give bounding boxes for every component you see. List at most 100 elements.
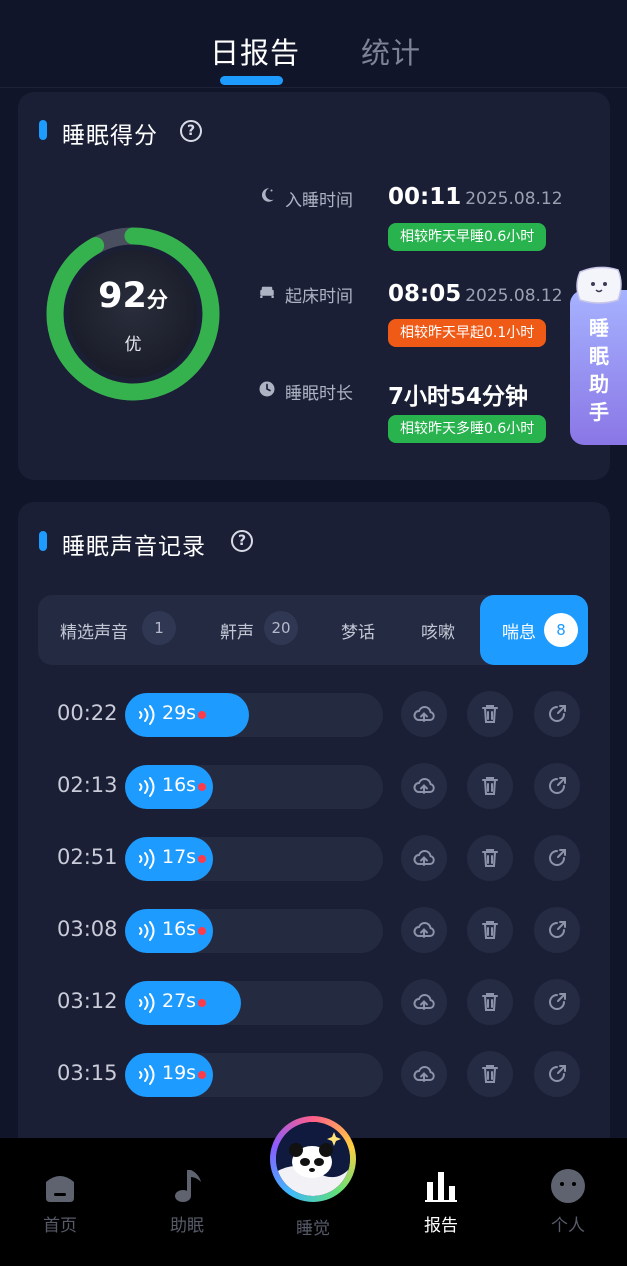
wake-time: 08:05 [388,281,462,307]
moon-icon [261,188,274,202]
audio-play-button[interactable]: 29s [125,693,249,737]
sleep-button-ring [270,1116,356,1202]
record-length: 16s [162,918,197,940]
audio-play-button[interactable]: 27s [125,981,241,1025]
nav-home[interactable]: 首页 [10,1138,110,1266]
audio-progress-track[interactable]: 27s [125,981,383,1025]
tab-featured-sounds[interactable]: 精选声音 [60,618,128,643]
duration-label: 睡眠时长 [285,384,353,404]
help-icon[interactable]: ? [231,530,253,552]
audio-progress-track[interactable]: 19s [125,1053,383,1097]
share-icon [549,705,566,722]
top-tab-bar: 日报告 统计 [0,0,627,88]
score-number: 92 [98,276,147,316]
tab-snoring[interactable]: 鼾声 [220,618,254,643]
sleep-assistant-button[interactable]: 睡眠助手 [570,262,627,445]
audio-play-button[interactable]: 16s [125,765,213,809]
record-length: 27s [162,990,197,1012]
audio-progress-track[interactable]: 16s [125,909,383,953]
tab-sleep-talk[interactable]: 梦话 [341,618,375,643]
tab-cough[interactable]: 咳嗽 [421,618,455,643]
delete-button[interactable] [467,691,513,737]
share-icon [549,993,566,1010]
record-time: 03:15 [57,1061,118,1085]
sleep-time: 00:11 [388,184,462,210]
share-button[interactable] [534,691,580,737]
share-icon [549,777,566,794]
sleep-score-card: 睡眠得分 ? 92分 优 入睡时间 00:11 2025.08.12 相较昨天早睡… [18,92,610,480]
wake-time-value: 08:05 2025.08.12 [388,281,563,307]
share-icon [549,921,566,938]
sound-record-title: 睡眠声音记录 [62,534,206,560]
upload-button[interactable] [401,907,447,953]
title-accent-bar [39,531,47,551]
audio-play-button[interactable]: 17s [125,837,213,881]
record-time: 00:22 [57,701,118,725]
delete-button[interactable] [467,907,513,953]
sleep-button [276,1122,350,1196]
nav-report[interactable]: 报告 [391,1138,491,1266]
share-button[interactable] [534,763,580,809]
upload-button[interactable] [401,979,447,1025]
audio-play-button[interactable]: 16s [125,909,213,953]
tab-active-indicator [220,76,283,85]
sound-record-row: 03:08 16s [18,906,610,956]
score-value: 92分 [45,276,221,316]
tab-wheezing[interactable]: 喘息 8 [480,595,588,665]
wheezing-label: 喘息 [502,623,536,643]
sound-wave-icon [139,1065,155,1085]
unread-dot [198,855,206,863]
sound-wave-icon [139,705,155,725]
tab-daily-report[interactable]: 日报告 [210,30,300,72]
upload-button[interactable] [401,835,447,881]
sound-category-tabs: 精选声音 1 鼾声 20 梦话 咳嗽 喘息 8 [38,595,588,665]
trash-icon [482,1065,498,1083]
duration-compare-badge: 相较昨天多睡0.6小时 [388,415,547,443]
top-divider [0,87,627,88]
record-length: 17s [162,846,197,868]
share-button[interactable] [534,907,580,953]
sleep-time-value: 00:11 2025.08.12 [388,184,563,210]
upload-button[interactable] [401,1051,447,1097]
tab-statistics[interactable]: 统计 [361,30,421,72]
audio-progress-track[interactable]: 17s [125,837,383,881]
nav-profile[interactable]: 个人 [518,1138,618,1266]
delete-button[interactable] [467,763,513,809]
cloud-upload-icon [413,850,435,866]
nav-sleep[interactable]: 睡觉 [263,1116,363,1266]
delete-button[interactable] [467,979,513,1025]
share-button[interactable] [534,1051,580,1097]
upload-button[interactable] [401,691,447,737]
bar-chart-icon [425,1172,457,1202]
sound-wave-icon [139,921,155,941]
sound-wave-icon [139,993,155,1013]
audio-play-button[interactable]: 19s [125,1053,213,1097]
home-icon [46,1176,74,1202]
wheezing-count-badge: 8 [544,613,578,647]
clock-icon [259,381,275,397]
unread-dot [198,927,206,935]
delete-button[interactable] [467,835,513,881]
sound-wave-icon [139,777,155,797]
nav-sleep-label: 睡觉 [296,1219,330,1239]
delete-button[interactable] [467,1051,513,1097]
pillow-mascot-icon [576,266,622,304]
duration-value: 7小时54分钟 [388,384,529,410]
audio-progress-track[interactable]: 29s [125,693,383,737]
score-ring: 92分 优 [45,226,221,402]
sound-record-row: 03:15 19s [18,1050,610,1100]
wake-time-compare-badge: 相较昨天早起0.1小时 [388,319,547,347]
featured-count-badge: 1 [142,611,176,645]
unread-dot [198,1071,206,1079]
sleep-sound-card: 睡眠声音记录 ? 精选声音 1 鼾声 20 梦话 咳嗽 喘息 8 00:22 29… [18,502,610,1202]
help-icon[interactable]: ? [180,120,202,142]
sleep-score-title: 睡眠得分 [62,123,158,149]
upload-button[interactable] [401,763,447,809]
share-button[interactable] [534,835,580,881]
audio-progress-track[interactable]: 16s [125,765,383,809]
share-button[interactable] [534,979,580,1025]
record-time: 03:12 [57,989,118,1013]
trash-icon [482,705,498,723]
nav-sleep-aid[interactable]: 助眠 [137,1138,237,1266]
unread-dot [198,999,206,1007]
